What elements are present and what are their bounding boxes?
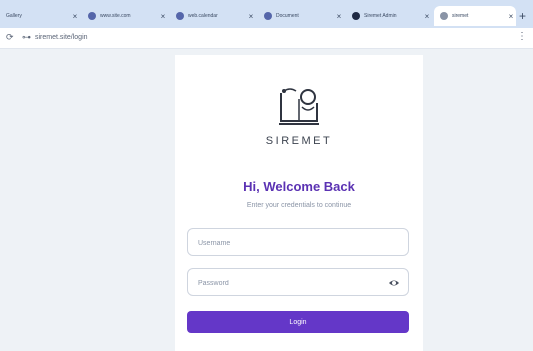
login-card: SIREMET Hi, Welcome Back Enter your cred… (175, 55, 423, 351)
brand-name: SIREMET (265, 135, 333, 147)
new-tab-button[interactable]: + (519, 9, 526, 23)
browser-tab-2[interactable]: www.site.com × (82, 6, 168, 26)
url-text[interactable]: siremet.site/login (35, 34, 88, 41)
menu-icon[interactable]: ⋮ (517, 31, 527, 42)
tab-title: web.calendar (188, 13, 218, 19)
password-field[interactable] (187, 268, 409, 296)
browser-tab-3[interactable]: web.calendar × (170, 6, 256, 26)
tab-title: Siremet Admin (364, 13, 397, 19)
browser-tab-1[interactable]: Gallery × (2, 6, 80, 26)
browser-tab-strip: Gallery × www.site.com × web.calendar × … (0, 0, 533, 28)
password-input[interactable] (196, 270, 370, 296)
close-icon[interactable]: × (506, 12, 516, 21)
login-subtitle: Enter your credentials to continue (246, 202, 352, 209)
favicon-icon (264, 12, 272, 20)
eye-icon[interactable] (388, 277, 400, 289)
tab-title: Gallery (6, 13, 22, 19)
tab-title: Document (276, 13, 299, 19)
browser-tab-5[interactable]: Siremet Admin × (346, 6, 432, 26)
logo-icon (279, 88, 319, 125)
favicon-icon (352, 12, 360, 20)
address-bar: ⟳ ⊶ siremet.site/login ⋮ (0, 28, 533, 49)
tab-title: siremet (452, 13, 469, 19)
favicon-icon (88, 12, 96, 20)
reload-icon[interactable]: ⟳ (6, 32, 14, 43)
welcome-heading: Hi, Welcome Back (243, 179, 355, 194)
close-icon[interactable]: × (246, 12, 256, 21)
username-field[interactable] (187, 228, 409, 256)
close-icon[interactable]: × (422, 12, 432, 21)
login-button[interactable]: Login (187, 311, 409, 333)
browser-tab-4[interactable]: Document × (258, 6, 344, 26)
close-icon[interactable]: × (334, 12, 344, 21)
browser-tab-active[interactable]: siremet × (434, 6, 516, 26)
close-icon[interactable]: × (70, 12, 80, 21)
favicon-icon (440, 12, 448, 20)
close-icon[interactable]: × (158, 12, 168, 21)
favicon-icon (176, 12, 184, 20)
site-info-icon[interactable]: ⊶ (22, 32, 31, 43)
tab-title: www.site.com (100, 13, 131, 19)
username-input[interactable] (196, 230, 370, 256)
